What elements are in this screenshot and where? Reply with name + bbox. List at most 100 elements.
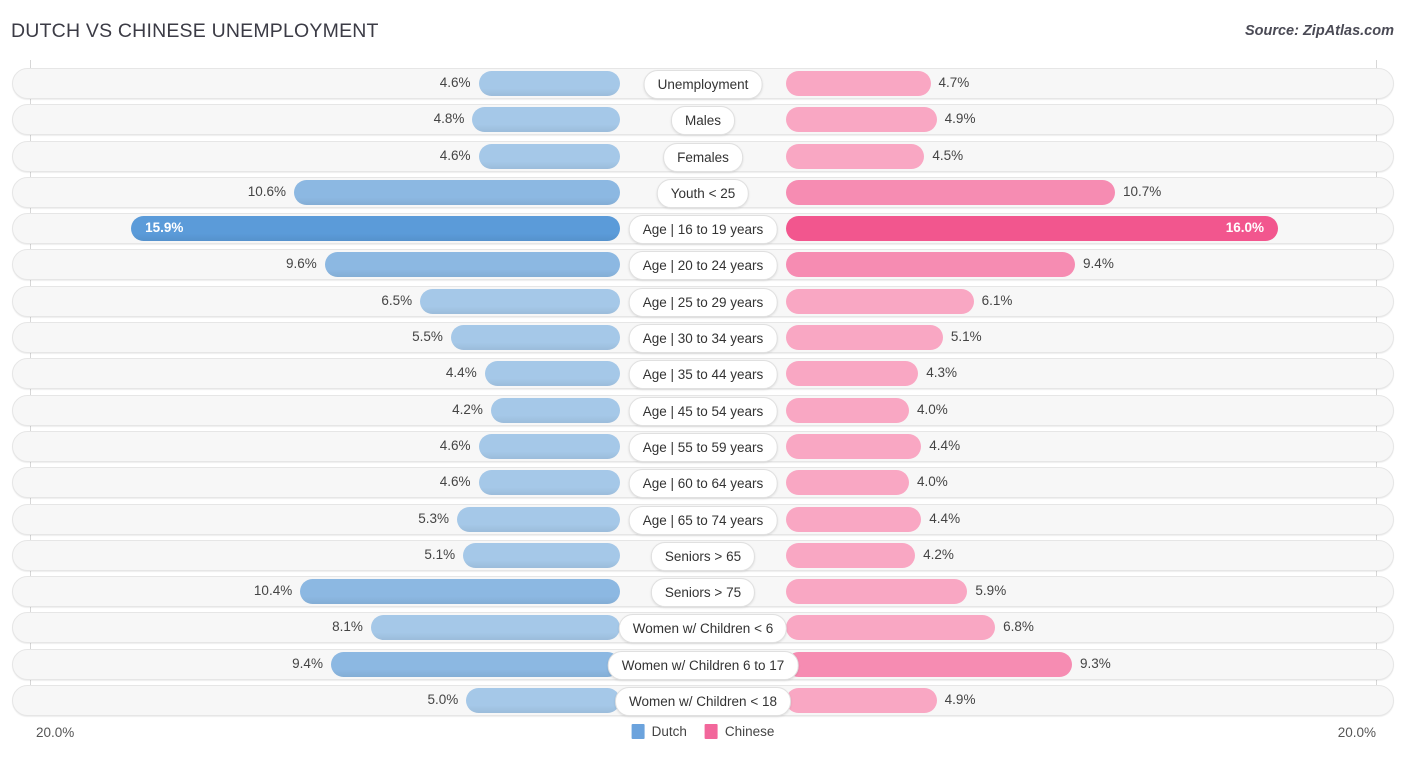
chart-plot-area: 4.6% 4.7% Unemployment 4.8% 4.9% Males 4.6% 4.5…: [0, 60, 1406, 717]
bar-chinese: [786, 397, 909, 423]
value-label-chinese: 9.4%: [1083, 256, 1114, 272]
chart-header: DUTCH VS CHINESE UNEMPLOYMENT Source: Zi…: [0, 0, 1406, 60]
row-category-label: Age | 35 to 44 years: [628, 360, 778, 390]
row-category-label: Age | 45 to 54 years: [628, 396, 778, 426]
bar-dutch: [472, 107, 620, 133]
bar-dutch: [490, 397, 620, 423]
bar-row: 9.4% 9.3% Women w/ Children 6 to 17: [0, 648, 1406, 680]
row-category-label: Seniors > 65: [650, 541, 756, 571]
row-category-label: Age | 25 to 29 years: [628, 287, 778, 317]
bar-row: 10.4% 5.9% Seniors > 75: [0, 576, 1406, 608]
bar-chinese: [786, 107, 937, 133]
bar-row: 4.6% 4.7% Unemployment: [0, 68, 1406, 99]
bar-dutch: [463, 542, 620, 568]
bar-chinese: [786, 688, 937, 714]
row-category-label: Unemployment: [643, 70, 763, 99]
bar-chinese: [786, 216, 1278, 242]
value-label-dutch: 4.6%: [439, 147, 471, 163]
chart-legend: Dutch Chinese: [631, 724, 775, 739]
row-category-label: Women w/ Children < 6: [618, 614, 788, 644]
row-category-label: Males: [670, 106, 736, 136]
legend-label: Dutch: [651, 724, 687, 739]
bar-chinese: [786, 542, 916, 568]
bar-chinese: [786, 433, 922, 459]
value-label-chinese: 6.8%: [1003, 619, 1034, 635]
bar-chinese: [786, 579, 968, 605]
row-category-label: Age | 16 to 19 years: [628, 215, 778, 245]
value-label-chinese: 4.2%: [923, 546, 954, 562]
value-label-chinese: 4.4%: [929, 510, 961, 526]
bar-row: 8.1% 6.8% Women w/ Children < 6: [0, 612, 1406, 644]
value-label-dutch: 9.4%: [292, 655, 323, 671]
bar-dutch: [370, 615, 620, 641]
bar-chinese: [786, 143, 925, 169]
bar-row: 5.3% 4.4% Age | 65 to 74 years: [0, 503, 1406, 535]
bar-dutch: [478, 143, 620, 169]
bar-rows-container: 4.6% 4.7% Unemployment 4.8% 4.9% Males 4.6% 4.5…: [0, 68, 1406, 721]
row-category-label: Seniors > 75: [650, 578, 756, 608]
bar-row: 5.0% 4.9% Women w/ Children < 18: [0, 685, 1406, 717]
bar-chinese: [786, 179, 1116, 205]
row-category-label: Age | 55 to 59 years: [628, 432, 778, 462]
bar-dutch: [466, 688, 620, 714]
bar-dutch: [457, 506, 620, 532]
legend-item[interactable]: Chinese: [704, 724, 775, 739]
bar-dutch: [478, 433, 620, 459]
row-category-label: Age | 30 to 34 years: [628, 324, 778, 354]
bar-chinese: [786, 288, 974, 314]
bar-chinese: [786, 506, 922, 532]
value-label-chinese: 4.5%: [932, 147, 964, 163]
bar-dutch: [294, 179, 620, 205]
bar-chinese: [786, 252, 1076, 278]
legend-item[interactable]: Dutch: [631, 724, 687, 739]
value-label-dutch: 6.5%: [381, 292, 413, 308]
value-label-dutch: 8.1%: [332, 619, 363, 635]
value-label-chinese: 4.9%: [944, 692, 976, 708]
value-label-dutch: 5.5%: [412, 329, 443, 345]
bar-dutch: [131, 216, 620, 242]
bar-chinese: [786, 361, 919, 387]
bar-chinese: [786, 71, 931, 96]
value-label-dutch: 15.9%: [145, 220, 184, 236]
bar-row: 15.9% 16.0% Age | 16 to 19 years: [0, 213, 1406, 245]
value-label-chinese: 4.7%: [938, 75, 970, 90]
value-label-dutch: 10.6%: [247, 183, 287, 199]
bar-row: 9.6% 9.4% Age | 20 to 24 years: [0, 249, 1406, 281]
value-label-dutch: 9.6%: [286, 256, 317, 272]
legend-label: Chinese: [724, 724, 775, 739]
bar-row: 5.1% 4.2% Seniors > 65: [0, 539, 1406, 571]
bar-row: 4.6% 4.5% Females: [0, 140, 1406, 172]
value-label-chinese: 9.3%: [1079, 655, 1111, 671]
value-label-chinese: 4.0%: [917, 474, 948, 490]
bar-chinese: [786, 615, 996, 641]
legend-swatch-icon: [631, 724, 645, 739]
bar-dutch: [420, 288, 620, 314]
value-label-chinese: 16.0%: [1225, 220, 1264, 236]
bar-row: 4.6% 4.0% Age | 60 to 64 years: [0, 467, 1406, 499]
value-label-dutch: 4.6%: [439, 474, 471, 490]
row-category-label: Age | 20 to 24 years: [628, 251, 778, 281]
row-category-label: Females: [663, 142, 743, 172]
bar-dutch: [324, 252, 620, 278]
value-label-chinese: 5.1%: [950, 329, 982, 345]
row-category-label: Youth < 25: [656, 178, 750, 208]
value-label-chinese: 4.3%: [926, 365, 957, 381]
bar-dutch: [478, 470, 620, 496]
bar-row: 10.6% 10.7% Youth < 25: [0, 176, 1406, 208]
row-category-label: Age | 65 to 74 years: [628, 505, 778, 535]
bar-dutch: [450, 325, 620, 351]
value-label-chinese: 6.1%: [981, 292, 1013, 308]
bar-row: 4.8% 4.9% Males: [0, 104, 1406, 136]
source-attribution: Source: ZipAtlas.com: [1244, 23, 1394, 39]
value-label-dutch: 4.2%: [452, 401, 483, 417]
bar-row: 4.6% 4.4% Age | 55 to 59 years: [0, 430, 1406, 462]
value-label-dutch: 4.6%: [439, 437, 471, 453]
bar-row: 4.4% 4.3% Age | 35 to 44 years: [0, 358, 1406, 390]
row-category-label: Age | 60 to 64 years: [628, 469, 778, 499]
axis-min-label: 20.0%: [36, 725, 75, 740]
value-label-chinese: 4.9%: [944, 111, 976, 127]
row-category-label: Women w/ Children 6 to 17: [607, 650, 799, 680]
axis-max-label: 20.0%: [1337, 725, 1376, 740]
bar-chinese: [786, 325, 943, 351]
value-label-chinese: 10.7%: [1123, 183, 1162, 199]
